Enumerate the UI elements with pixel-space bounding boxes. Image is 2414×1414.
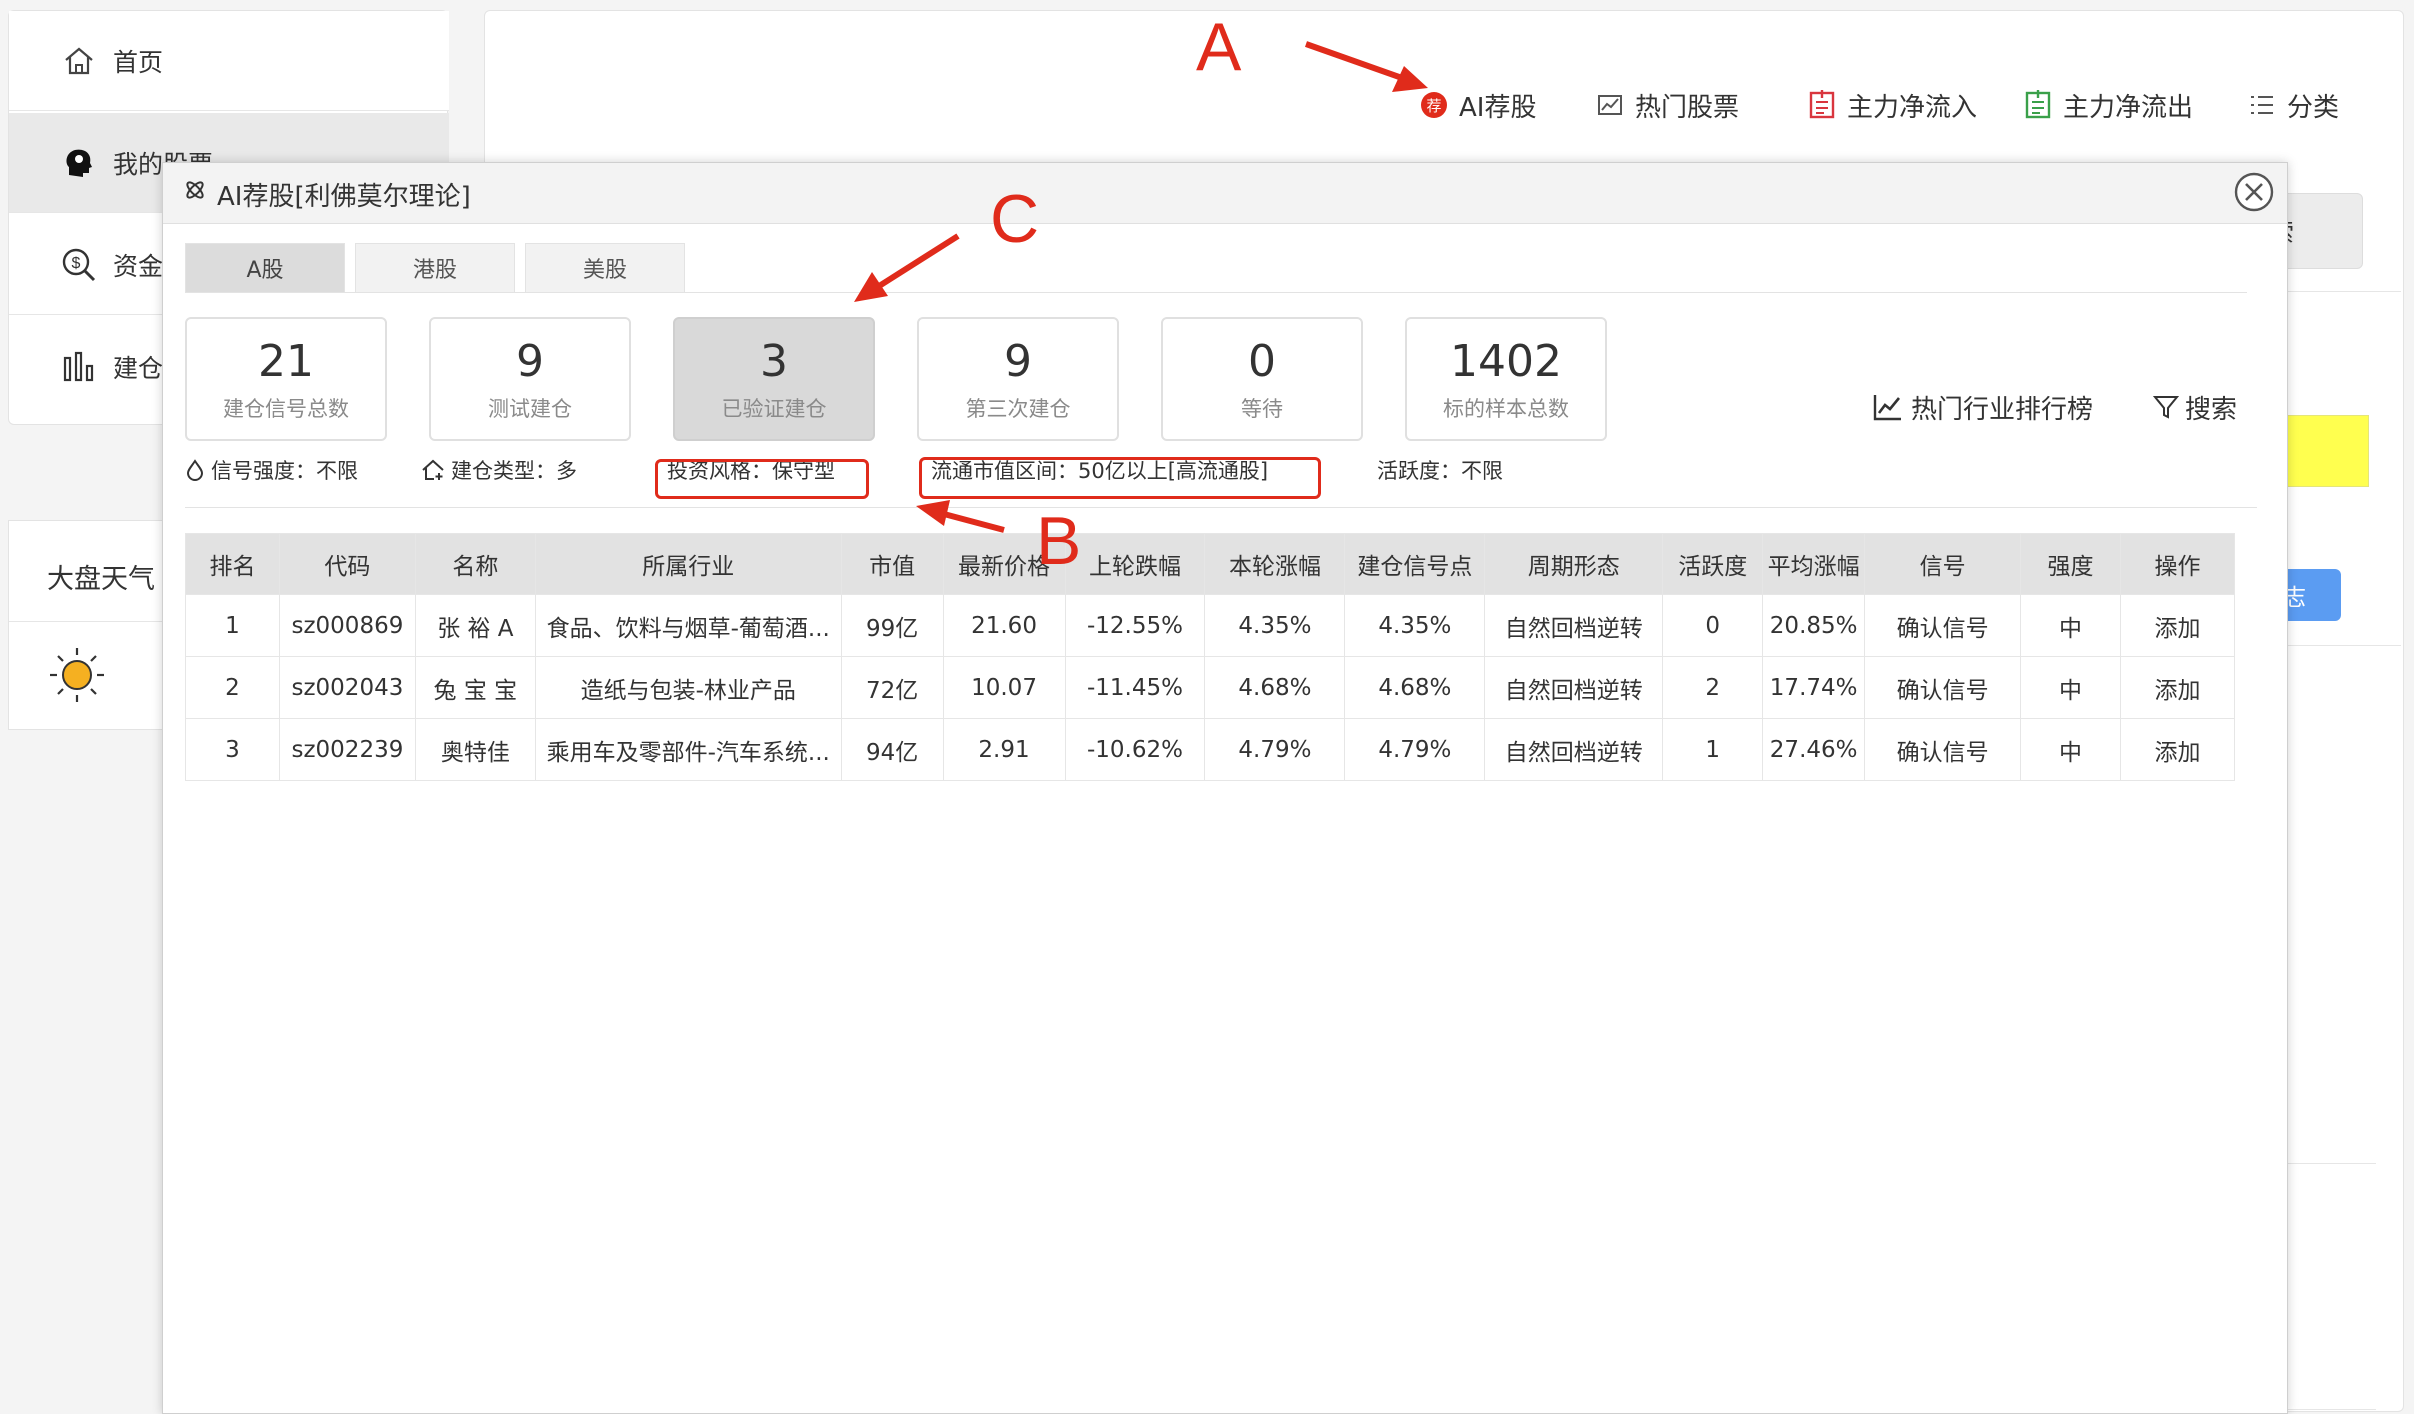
arrow-b (916, 500, 1005, 533)
arrow-a (1304, 41, 1428, 92)
arrow-c (854, 233, 960, 302)
annotation-arrows (854, 41, 1428, 533)
